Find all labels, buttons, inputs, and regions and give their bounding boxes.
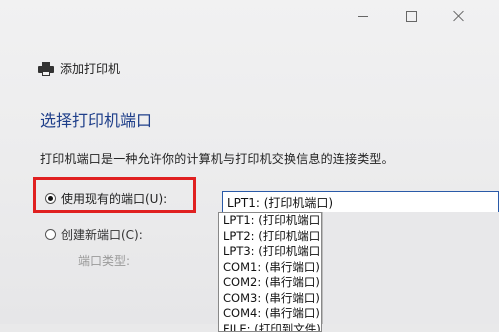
page-description: 打印机端口是一种允许你的计算机与打印机交换信息的连接类型。	[40, 150, 394, 167]
create-new-port-label: 创建新端口(C):	[61, 226, 143, 243]
port-option-file[interactable]: FILE: (打印到文件)	[219, 322, 321, 332]
port-option-lpt3[interactable]: LPT3: (打印机端口)	[219, 244, 321, 260]
port-option-lpt1[interactable]: LPT1: (打印机端口)	[219, 213, 321, 229]
create-new-port-option[interactable]: 创建新端口(C):	[45, 226, 143, 243]
port-option-com2[interactable]: COM2: (串行端口)	[219, 275, 321, 291]
highlight-box	[33, 177, 196, 213]
printer-icon	[38, 62, 54, 76]
port-option-lpt2[interactable]: LPT2: (打印机端口)	[219, 229, 321, 245]
maximize-button[interactable]	[388, 0, 434, 32]
port-dropdown-list[interactable]: LPT1: (打印机端口) LPT2: (打印机端口) LPT3: (打印机端口…	[218, 212, 322, 332]
add-printer-window: 添加打印机 选择打印机端口 打印机端口是一种允许你的计算机与打印机交换信息的连接…	[0, 0, 499, 324]
port-select-value: LPT1: (打印机端口)	[227, 194, 333, 211]
close-icon	[453, 10, 465, 22]
wizard-title: 添加打印机	[60, 60, 120, 77]
minimize-button[interactable]	[340, 0, 386, 32]
port-option-com1[interactable]: COM1: (串行端口)	[219, 260, 321, 276]
port-option-com4[interactable]: COM4: (串行端口)	[219, 306, 321, 322]
port-select[interactable]: LPT1: (打印机端口)	[222, 191, 499, 213]
maximize-icon	[406, 11, 417, 22]
close-button[interactable]	[436, 0, 482, 32]
radio-new-port[interactable]	[45, 229, 56, 240]
wizard-header: 添加打印机	[38, 60, 120, 77]
port-option-com3[interactable]: COM3: (串行端口)	[219, 291, 321, 307]
title-bar	[0, 0, 499, 32]
port-type-label: 端口类型:	[78, 252, 130, 269]
page-title: 选择打印机端口	[40, 107, 152, 131]
minimize-icon	[358, 16, 368, 17]
dialog-background-area	[322, 212, 499, 324]
